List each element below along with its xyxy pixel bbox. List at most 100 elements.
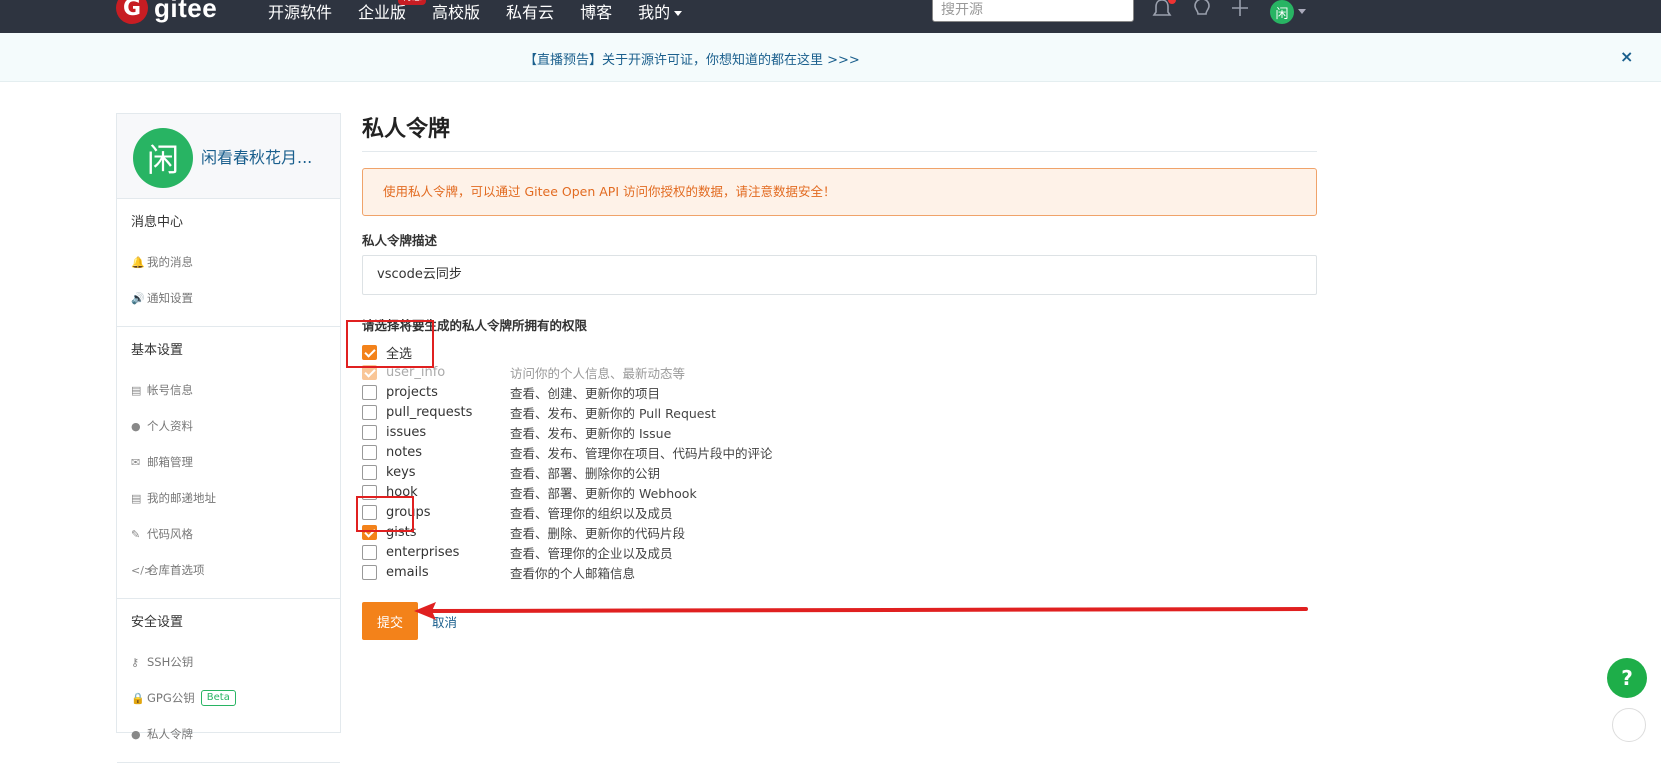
permission-description: 查看、发布、更新你的 Pull Request	[510, 405, 716, 421]
gitee-logo[interactable]: G gitee	[116, 0, 217, 24]
permissions-list: 全选 user_info 访问你的个人信息、最新动态等 projects 查看、创建、…	[362, 342, 1317, 582]
permission-row[interactable]: issues 查看、发布、更新你的 Issue	[362, 422, 1317, 442]
sidebar-item[interactable]: ✎ 代码风格	[131, 516, 340, 552]
id-card-icon: ▤	[131, 383, 142, 397]
user-icon: ●	[131, 419, 141, 433]
sidebar-item[interactable]: 🔔 我的消息	[131, 244, 340, 280]
plus-icon[interactable]	[1230, 0, 1250, 18]
permission-row[interactable]: user_info 访问你的个人信息、最新动态等	[362, 362, 1317, 382]
sidebar-item[interactable]: </> 仓库首选项	[131, 552, 340, 588]
sidebar-item-label: 帐号信息	[147, 383, 193, 397]
announcement-bar: 【直播预告】关于开源许可证，你想知道的都在这里 >>> ×	[0, 33, 1661, 82]
bell-icon: 🔔	[131, 255, 145, 269]
sidebar-item-label: GPG公钥	[147, 691, 195, 705]
select-all-row[interactable]: 全选	[362, 342, 1317, 362]
nav-open-source[interactable]: 开源软件	[268, 0, 332, 23]
highlight-box-select-all	[346, 320, 434, 368]
main-content: 私人令牌 使用私人令牌，可以通过 Gitee Open API 访问你授权的数据…	[362, 111, 1317, 640]
user-avatar[interactable]: 闲	[1270, 0, 1294, 24]
permission-checkbox[interactable]	[362, 564, 377, 580]
sidebar-item[interactable]: ✉ 邮箱管理	[131, 444, 340, 480]
permission-name: projects	[386, 384, 438, 400]
permission-checkbox[interactable]	[362, 444, 377, 460]
description-label: 私人令牌描述	[362, 233, 438, 248]
permission-row[interactable]: keys 查看、部署、删除你的公钥	[362, 462, 1317, 482]
permission-row[interactable]: enterprises 查看、管理你的企业以及成员	[362, 542, 1317, 562]
nav-mine[interactable]: 我的	[638, 0, 683, 23]
profile-name[interactable]: 闲看春秋花月...	[201, 144, 312, 168]
feedback-button[interactable]	[1612, 708, 1646, 742]
lightbulb-icon[interactable]	[1192, 0, 1212, 20]
sidebar-item[interactable]: 🔊 通知设置	[131, 280, 340, 316]
sidebar-item[interactable]: ▤ 我的邮递地址	[131, 480, 340, 516]
permission-name: notes	[386, 444, 423, 460]
sidebar-item-label: 代码风格	[147, 527, 193, 541]
sidebar-item-label: 私人令牌	[147, 727, 193, 741]
permission-description: 查看、创建、更新你的项目	[510, 385, 661, 401]
permission-name: enterprises	[386, 544, 460, 560]
gitee-logo-text: gitee	[154, 0, 218, 23]
info-alert: 使用私人令牌，可以通过 Gitee Open API 访问你授权的数据，请注意数…	[362, 168, 1317, 216]
gitee-logo-icon: G	[116, 0, 148, 24]
nav-university[interactable]: 高校版	[432, 0, 480, 23]
sidebar-item-label: 我的邮递地址	[147, 491, 216, 505]
permission-checkbox[interactable]	[362, 384, 377, 400]
permission-row[interactable]: notes 查看、发布、管理你在项目、代码片段中的评论	[362, 442, 1317, 462]
permission-name: pull_requests	[386, 404, 473, 420]
permission-name: issues	[386, 424, 427, 440]
nav-private-cloud[interactable]: 私有云	[506, 0, 554, 23]
sidebar-section-title: 基本设置	[131, 343, 184, 358]
avatar[interactable]: 闲	[133, 128, 193, 188]
permission-row[interactable]: emails 查看你的个人邮箱信息	[362, 562, 1317, 582]
top-navbar: G gitee 开源软件 企业版 特惠 高校版 私有云 博客 我的 搜开源 闲	[0, 0, 1661, 33]
cancel-link[interactable]: 取消	[432, 612, 457, 631]
nav-blog[interactable]: 博客	[580, 0, 612, 23]
permission-row[interactable]: hook 查看、部署、更新你的 Webhook	[362, 482, 1317, 502]
announcement-link[interactable]: 【直播预告】关于开源许可证，你想知道的都在这里 >>>	[524, 49, 860, 68]
permission-checkbox[interactable]	[362, 544, 377, 560]
sidebar-item-label: 通知设置	[147, 291, 193, 305]
nav-mine-label: 我的	[638, 3, 671, 22]
permission-description: 查看、管理你的企业以及成员	[510, 545, 673, 561]
permission-row[interactable]: groups 查看、管理你的组织以及成员	[362, 502, 1317, 522]
sidebar-section-title: 安全设置	[131, 615, 184, 630]
sidebar-item[interactable]: ▤ 帐号信息	[131, 372, 340, 408]
permission-description: 查看、部署、更新你的 Webhook	[510, 485, 697, 501]
mail-icon: ✉	[131, 455, 141, 469]
permission-checkbox[interactable]	[362, 464, 377, 480]
sidebar-item[interactable]: ⚷ SSH公钥	[131, 644, 340, 680]
permission-checkbox[interactable]	[362, 404, 377, 420]
permissions-label: 请选择将要生成的私人令牌所拥有的权限	[362, 318, 588, 333]
sidebar-item-label: 个人资料	[147, 419, 193, 433]
permission-name: keys	[386, 464, 416, 480]
permission-description: 查看你的个人邮箱信息	[510, 565, 636, 581]
permission-description: 查看、部署、删除你的公钥	[510, 465, 661, 481]
promo-badge: 特惠	[398, 0, 427, 5]
notification-dot	[1168, 0, 1176, 4]
close-icon[interactable]: ×	[1620, 47, 1633, 66]
beta-badge: Beta	[200, 690, 236, 706]
description-input[interactable]: vscode云同步	[362, 255, 1317, 295]
sidebar-item[interactable]: ● 个人资料	[131, 408, 340, 444]
user-icon: ●	[131, 727, 141, 741]
sidebar-item[interactable]: ● 私人令牌	[131, 716, 340, 752]
permission-row[interactable]: pull_requests 查看、发布、更新你的 Pull Request	[362, 402, 1317, 422]
settings-sidebar: 闲 闲看春秋花月... 消息中心 🔔 我的消息 🔊 通知设置 基本设置 ▤ 帐号信息 ● 个人资料…	[116, 113, 341, 763]
permission-row[interactable]: gists 查看、删除、更新你的代码片段	[362, 522, 1317, 542]
sidebar-item-label: SSH公钥	[147, 655, 194, 669]
search-input[interactable]: 搜开源	[932, 0, 1134, 22]
help-button[interactable]: ?	[1607, 658, 1647, 698]
profile-card: 闲 闲看春秋花月...	[117, 114, 340, 199]
speaker-icon: 🔊	[131, 291, 145, 305]
chevron-down-icon[interactable]	[1298, 9, 1306, 14]
sidebar-item[interactable]: 🔒 GPG公钥 Beta	[131, 680, 340, 716]
nav-enterprise[interactable]: 企业版 特惠	[358, 0, 427, 23]
sidebar-item-label: 我的消息	[147, 255, 193, 269]
permission-name: emails	[386, 564, 429, 580]
submit-button[interactable]: 提交	[362, 602, 418, 640]
permission-checkbox[interactable]	[362, 424, 377, 440]
id-card-icon: ▤	[131, 491, 142, 505]
sidebar-section: 消息中心 🔔 我的消息 🔊 通知设置	[117, 199, 340, 327]
permission-row[interactable]: projects 查看、创建、更新你的项目	[362, 382, 1317, 402]
form-actions: 提交 取消	[362, 602, 1317, 640]
